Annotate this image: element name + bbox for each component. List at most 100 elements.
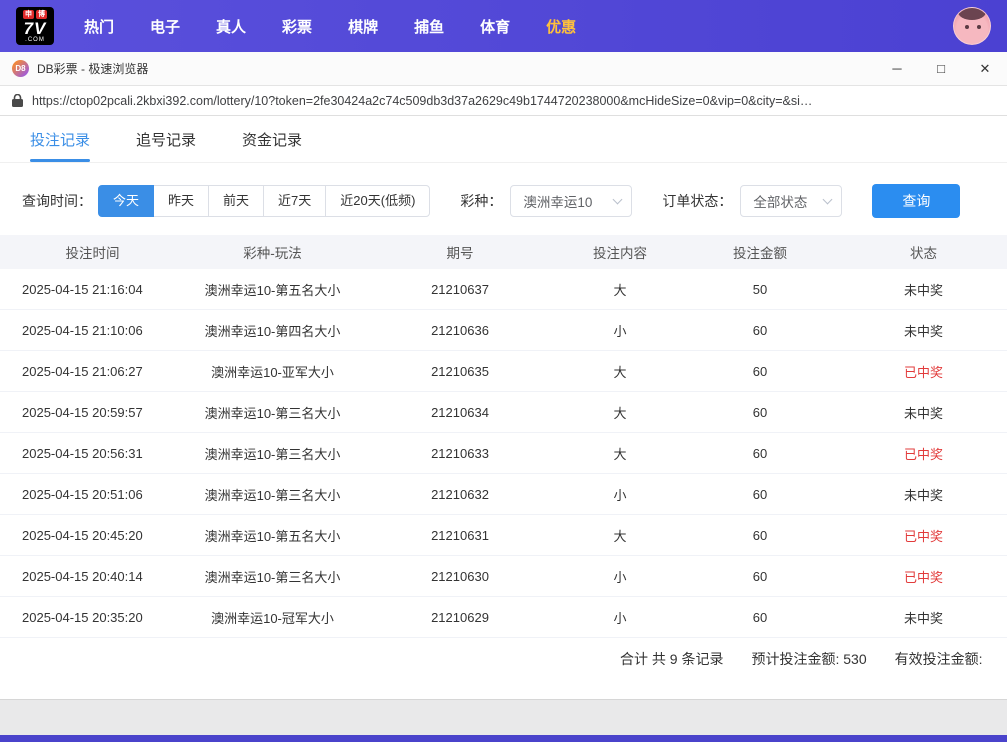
cell-amount: 60 [680,487,840,502]
cell-content: 大 [560,280,680,299]
nav-item-7[interactable]: 体育 [480,16,510,37]
cell-issue: 21210629 [360,610,560,625]
table-row: 2025-04-15 20:51:06澳洲幸运10-第三名大小21210632小… [0,474,1007,515]
time-filter-2[interactable]: 昨天 [153,185,209,217]
time-filter-5[interactable]: 近20天(低频) [325,185,430,217]
cell-status: 未中奖 [840,608,1007,627]
cell-status: 已中奖 [840,444,1007,463]
cell-play: 澳洲幸运10-第三名大小 [185,485,360,504]
cell-content: 小 [560,321,680,340]
time-filter-3[interactable]: 前天 [208,185,264,217]
cell-issue: 21210631 [360,528,560,543]
nav-item-4[interactable]: 彩票 [282,16,312,37]
cell-amount: 60 [680,446,840,461]
summary-inner: 合计 共 9 条记录 预计投注金额: 530 有效投注金额: [620,638,983,680]
cell-play: 澳洲幸运10-第三名大小 [185,567,360,586]
summary-valid-amount: 有效投注金额: [895,649,983,669]
cell-content: 小 [560,567,680,586]
time-filter-group: 今天昨天前天近7天近20天(低频) [98,185,430,217]
main-menu: 热门 电子 真人 彩票 棋牌 捕鱼 体育 优惠 [84,16,953,37]
cell-issue: 21210632 [360,487,560,502]
time-filter-4[interactable]: 近7天 [263,185,326,217]
table-header: 投注时间彩种-玩法期号投注内容投注金额状态 [0,235,1007,269]
site-logo[interactable]: 申 博 7V .COM [16,7,54,45]
query-button[interactable]: 查询 [872,184,960,218]
cell-status: 未中奖 [840,485,1007,504]
nav-item-1[interactable]: 热门 [84,16,114,37]
cell-content: 大 [560,526,680,545]
browser-tab-icon: D8 [12,60,29,77]
screen: 申 博 7V .COM 热门 电子 真人 彩票 棋牌 捕鱼 体育 优惠 D8 DB彩票 - 极… [0,0,1007,742]
cell-content: 大 [560,362,680,381]
cell-time: 2025-04-15 20:59:57 [0,405,185,420]
cell-status: 已中奖 [840,526,1007,545]
lock-icon [12,94,23,107]
address-bar: https://ctop02pcali.2kbxi392.com/lottery… [0,86,1007,116]
cell-time: 2025-04-15 21:06:27 [0,364,185,379]
cell-issue: 21210635 [360,364,560,379]
filter-bar: 查询时间： 今天昨天前天近7天近20天(低频) 彩种： 澳洲幸运10 订单状态：… [0,163,1007,235]
nav-item-3[interactable]: 真人 [216,16,246,37]
cell-amount: 60 [680,405,840,420]
table-row: 2025-04-15 20:45:20澳洲幸运10-第五名大小21210631大… [0,515,1007,556]
cell-status: 已中奖 [840,567,1007,586]
table-row: 2025-04-15 20:35:20澳洲幸运10-冠军大小21210629小6… [0,597,1007,638]
site-logo-cn: 申 博 [23,10,47,19]
cell-content: 大 [560,403,680,422]
maximize-button[interactable]: □ [919,52,963,85]
table-row: 2025-04-15 20:59:57澳洲幸运10-第三名大小21210634大… [0,392,1007,433]
site-logo-cn-2: 博 [36,10,47,19]
cell-amount: 50 [680,282,840,297]
cell-status: 未中奖 [840,280,1007,299]
cell-issue: 21210630 [360,569,560,584]
cell-content: 小 [560,485,680,504]
column-header-1: 投注时间 [0,242,185,262]
cell-status: 未中奖 [840,321,1007,340]
cell-play: 澳洲幸运10-第三名大小 [185,403,360,422]
url-text[interactable]: https://ctop02pcali.2kbxi392.com/lottery… [32,94,995,108]
time-filter-1[interactable]: 今天 [98,185,154,217]
order-status-select[interactable]: 全部状态 [740,185,842,217]
cell-time: 2025-04-15 21:16:04 [0,282,185,297]
lottery-select-value: 澳洲幸运10 [523,191,592,211]
cell-issue: 21210633 [360,446,560,461]
minimize-button[interactable]: ─ [875,52,919,85]
cell-time: 2025-04-15 21:10:06 [0,323,185,338]
cell-content: 小 [560,608,680,627]
cell-play: 澳洲幸运10-冠军大小 [185,608,360,627]
cell-play: 澳洲幸运10-第三名大小 [185,444,360,463]
table-row: 2025-04-15 21:16:04澳洲幸运10-第五名大小21210637大… [0,269,1007,310]
nav-item-6[interactable]: 捕鱼 [414,16,444,37]
user-avatar[interactable] [953,7,991,45]
lottery-select[interactable]: 澳洲幸运10 [510,185,632,217]
summary-expected-amount: 预计投注金额: 530 [751,649,866,669]
cell-amount: 60 [680,569,840,584]
lottery-filter-label: 彩种： [460,191,502,211]
chevron-down-icon [613,194,623,204]
site-logo-cn-1: 申 [23,10,34,19]
bottom-purple-strip [0,735,1007,742]
cell-amount: 60 [680,364,840,379]
cell-time: 2025-04-15 20:45:20 [0,528,185,543]
cell-issue: 21210636 [360,323,560,338]
column-header-3: 期号 [360,242,560,262]
column-header-5: 投注金额 [680,242,840,262]
table-row: 2025-04-15 21:06:27澳洲幸运10-亚军大小21210635大6… [0,351,1007,392]
nav-item-2[interactable]: 电子 [150,16,180,37]
tab-2[interactable]: 追号记录 [136,116,196,162]
cell-amount: 60 [680,610,840,625]
close-button[interactable]: ✕ [963,52,1007,85]
site-logo-main: 7V [24,20,47,37]
browser-title: DB彩票 - 极速浏览器 [37,60,875,77]
table-row: 2025-04-15 20:56:31澳洲幸运10-第三名大小21210633大… [0,433,1007,474]
nav-item-5[interactable]: 棋牌 [348,16,378,37]
tab-3[interactable]: 资金记录 [242,116,302,162]
summary-bar: 合计 共 9 条记录 预计投注金额: 530 有效投注金额: [0,638,1007,680]
column-header-6: 状态 [840,242,1007,262]
order-status-select-value: 全部状态 [753,191,807,211]
record-tabs: 投注记录追号记录资金记录 [0,116,1007,163]
cell-time: 2025-04-15 20:56:31 [0,446,185,461]
top-navigation: 申 博 7V .COM 热门 电子 真人 彩票 棋牌 捕鱼 体育 优惠 [0,0,1007,52]
nav-item-8[interactable]: 优惠 [546,16,576,37]
tab-1[interactable]: 投注记录 [30,116,90,162]
